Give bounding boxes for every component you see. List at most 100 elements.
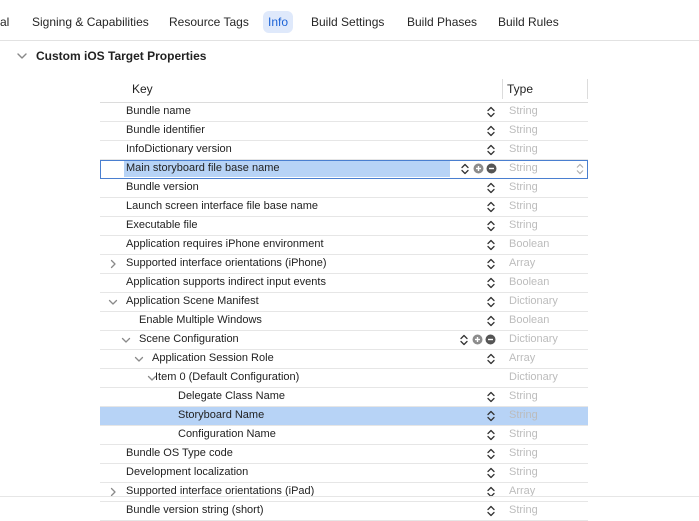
row-type-value: String xyxy=(509,200,538,212)
row-type-value: String xyxy=(509,428,538,440)
tab-resource-tags[interactable]: Resource Tags xyxy=(169,11,249,33)
stepper-updown-icon[interactable] xyxy=(486,181,496,195)
table-row[interactable]: Application Scene Manifest Dictionary xyxy=(100,293,588,312)
row-type-value: String xyxy=(509,181,538,193)
stepper-updown-icon[interactable] xyxy=(486,428,496,442)
row-key-label: Bundle version string (short) xyxy=(126,504,264,516)
stepper-updown-icon[interactable] xyxy=(486,447,496,461)
table-row[interactable]: Supported interface orientations (iPad) A… xyxy=(100,483,588,502)
tab-general-partial[interactable]: al xyxy=(0,11,9,33)
row-key-label: Executable file xyxy=(126,219,198,231)
row-type-value: Array xyxy=(509,352,536,364)
chevron-down-icon[interactable] xyxy=(107,296,119,308)
table-row[interactable]: Bundle identifier String xyxy=(100,122,588,141)
stepper-updown-icon[interactable] xyxy=(486,295,496,309)
row-type-value: Dictionary xyxy=(509,371,558,383)
divider xyxy=(0,496,699,497)
table-row[interactable]: Item 0 (Default Configuration) Dictionary xyxy=(100,369,588,388)
stepper-updown-icon[interactable] xyxy=(486,105,496,119)
table-row[interactable]: Executable file String xyxy=(100,217,588,236)
column-divider[interactable] xyxy=(502,79,503,99)
tab-build-phases[interactable]: Build Phases xyxy=(407,11,477,33)
type-popup-chevron-icon[interactable] xyxy=(575,162,585,176)
row-type-value[interactable]: String xyxy=(509,162,538,174)
stepper-updown-icon[interactable] xyxy=(486,200,496,214)
column-divider[interactable] xyxy=(587,79,588,99)
table-row[interactable]: Supported interface orientations (iPhone… xyxy=(100,255,588,274)
row-key-label: Bundle identifier xyxy=(126,124,205,136)
table-row[interactable]: Development localization String xyxy=(100,464,588,483)
stepper-updown-icon[interactable] xyxy=(486,409,496,423)
column-header-type[interactable]: Type xyxy=(507,82,533,96)
table-row[interactable]: Enable Multiple Windows Boolean xyxy=(100,312,588,331)
row-key-label: Application Session Role xyxy=(152,352,274,364)
row-key-label: Launch screen interface file base name xyxy=(126,200,319,212)
stepper-updown-icon[interactable] xyxy=(486,390,496,404)
row-key-label: Scene Configuration xyxy=(139,333,239,345)
stepper-updown-icon[interactable] xyxy=(486,466,496,480)
chevron-down-icon[interactable] xyxy=(15,49,29,63)
table-row[interactable]: Delegate Class Name String xyxy=(100,388,588,407)
stepper-updown-icon[interactable] xyxy=(486,124,496,138)
stepper-updown-icon[interactable] xyxy=(486,219,496,233)
minus-circle-icon[interactable] xyxy=(485,334,496,345)
row-type-value: Dictionary xyxy=(509,333,558,345)
table-row[interactable]: Application Session Role Array xyxy=(100,350,588,369)
stepper-updown-icon[interactable] xyxy=(460,162,470,176)
column-header-key[interactable]: Key xyxy=(132,82,153,96)
tab-build-settings[interactable]: Build Settings xyxy=(311,11,384,33)
row-key-label: Item 0 (Default Configuration) xyxy=(155,371,300,383)
table-row[interactable]: Configuration Name String xyxy=(100,426,588,445)
table-row[interactable]: Launch screen interface file base name St… xyxy=(100,198,588,217)
table-row[interactable]: Bundle version String xyxy=(100,179,588,198)
table-row[interactable]: InfoDictionary version String xyxy=(100,141,588,160)
section-title: Custom iOS Target Properties xyxy=(36,49,207,63)
row-type-value: String xyxy=(509,143,538,155)
row-type-value: Boolean xyxy=(509,276,550,288)
stepper-updown-icon[interactable] xyxy=(486,143,496,157)
table-row[interactable]: Storyboard Name String xyxy=(100,407,588,426)
section-header[interactable]: Custom iOS Target Properties xyxy=(0,41,699,71)
stepper-updown-icon[interactable] xyxy=(486,238,496,252)
row-type-value: Dictionary xyxy=(509,295,558,307)
table-row[interactable]: Bundle version string (short) String xyxy=(100,502,588,521)
row-type-value: String xyxy=(509,447,538,459)
minus-circle-icon[interactable] xyxy=(486,163,497,174)
table-body: Bundle name String Bundle identifier String… xyxy=(100,103,588,521)
stepper-updown-icon[interactable] xyxy=(486,276,496,290)
row-type-value: String xyxy=(509,504,538,516)
tab-signing-capabilities[interactable]: Signing & Capabilities xyxy=(32,11,149,33)
row-type-value: String xyxy=(509,466,538,478)
stepper-updown-icon[interactable] xyxy=(486,352,496,366)
row-key-label: Application Scene Manifest xyxy=(126,295,259,307)
table-row[interactable]: Main storyboard file base name String xyxy=(100,160,588,179)
row-type-value: Boolean xyxy=(509,314,550,326)
tab-info[interactable]: Info xyxy=(263,11,294,33)
row-key-label: Configuration Name xyxy=(178,428,276,440)
table-row[interactable]: Scene Configuration Dictionary xyxy=(100,331,588,350)
row-type-value: String xyxy=(509,124,538,136)
tab-build-rules[interactable]: Build Rules xyxy=(498,11,559,33)
table-row[interactable]: Bundle name String xyxy=(100,103,588,122)
stepper-updown-icon[interactable] xyxy=(486,504,496,518)
chevron-down-icon[interactable] xyxy=(120,334,132,346)
table-row[interactable]: Bundle OS Type code String xyxy=(100,445,588,464)
row-key-label: Storyboard Name xyxy=(178,409,265,421)
chevron-right-icon[interactable] xyxy=(107,258,119,270)
chevron-down-icon[interactable] xyxy=(133,353,145,365)
row-type-value: String xyxy=(509,219,538,231)
row-key-label: Bundle name xyxy=(126,105,191,117)
table-header: Key Type xyxy=(100,76,588,103)
row-key-label: Main storyboard file base name xyxy=(126,162,280,174)
table-row[interactable]: Application supports indirect input even… xyxy=(100,274,588,293)
row-key-label: Development localization xyxy=(126,466,249,478)
property-list-table: Key Type Bundle name String Bundle identif… xyxy=(100,76,588,521)
plus-circle-icon[interactable] xyxy=(472,334,483,345)
table-row[interactable]: Application requires iPhone environment B… xyxy=(100,236,588,255)
stepper-updown-icon[interactable] xyxy=(459,333,469,347)
stepper-updown-icon[interactable] xyxy=(486,257,496,271)
stepper-updown-icon[interactable] xyxy=(486,314,496,328)
row-type-value: String xyxy=(509,409,538,421)
row-key-label: InfoDictionary version xyxy=(126,143,232,155)
plus-circle-icon[interactable] xyxy=(473,163,484,174)
